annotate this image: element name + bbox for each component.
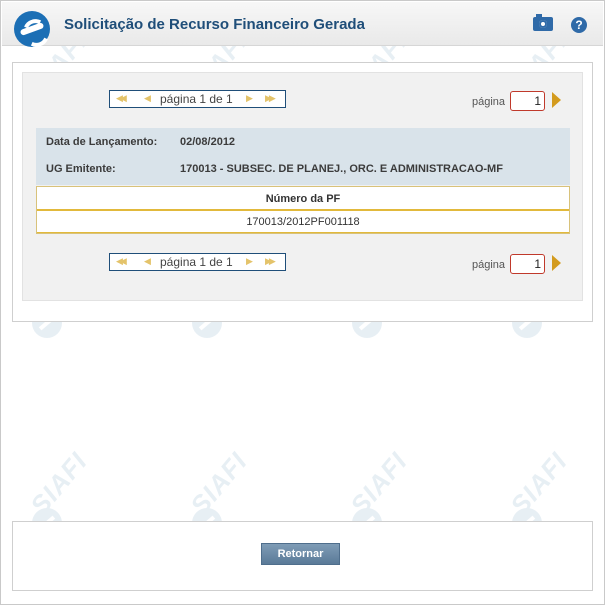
ug-issuer-label: UG Emitente: bbox=[46, 163, 116, 175]
help-icon[interactable]: ? bbox=[571, 17, 587, 33]
pager-bottom: ◀◀ ◀ página 1 de 1 ▶ ▶▶ página bbox=[36, 247, 570, 283]
pagination-control: ◀◀ ◀ página 1 de 1 ▶ ▶▶ bbox=[109, 90, 286, 108]
first-page-icon[interactable]: ◀◀ bbox=[116, 93, 127, 104]
go-to-page-icon[interactable] bbox=[552, 255, 561, 271]
next-page-icon[interactable]: ▶ bbox=[246, 256, 253, 267]
table-header-pf-number: Número da PF bbox=[37, 187, 569, 211]
pager-top: ◀◀ ◀ página 1 de 1 ▶ ▶▶ página bbox=[36, 84, 570, 120]
pf-table: Número da PF 170013/2012PF001118 bbox=[36, 186, 570, 234]
page-indicator: página 1 de 1 bbox=[160, 92, 233, 106]
page-label: página bbox=[472, 259, 506, 271]
last-page-icon[interactable]: ▶▶ bbox=[265, 93, 276, 104]
page-number-input[interactable] bbox=[510, 254, 545, 274]
previous-page-icon[interactable]: ◀ bbox=[144, 256, 151, 267]
table-row: 170013/2012PF001118 bbox=[37, 212, 569, 233]
camera-icon[interactable] bbox=[533, 14, 553, 31]
next-page-icon[interactable]: ▶ bbox=[246, 93, 253, 104]
previous-page-icon[interactable]: ◀ bbox=[144, 93, 151, 104]
ug-issuer-value: 170013 - SUBSEC. DE PLANEJ., ORC. E ADMI… bbox=[180, 163, 503, 175]
last-page-icon[interactable]: ▶▶ bbox=[265, 256, 276, 267]
page-label: página bbox=[472, 96, 506, 108]
return-button[interactable]: Retornar bbox=[261, 543, 340, 565]
siafi-logo-icon bbox=[14, 11, 50, 47]
launch-date-value: 02/08/2012 bbox=[180, 136, 236, 148]
first-page-icon[interactable]: ◀◀ bbox=[116, 256, 127, 267]
page-indicator: página 1 de 1 bbox=[160, 255, 233, 269]
page-header: Solicitação de Recurso Financeiro Gerada… bbox=[2, 2, 603, 47]
go-to-page-icon[interactable] bbox=[552, 92, 561, 108]
launch-date-label: Data de Lançamento: bbox=[46, 136, 158, 148]
pagination-control: ◀◀ ◀ página 1 de 1 ▶ ▶▶ bbox=[109, 253, 286, 271]
page-number-input[interactable] bbox=[510, 91, 545, 111]
document-info: Data de Lançamento: 02/08/2012 UG Emiten… bbox=[36, 128, 570, 185]
page-title: Solicitação de Recurso Financeiro Gerada bbox=[64, 16, 365, 33]
